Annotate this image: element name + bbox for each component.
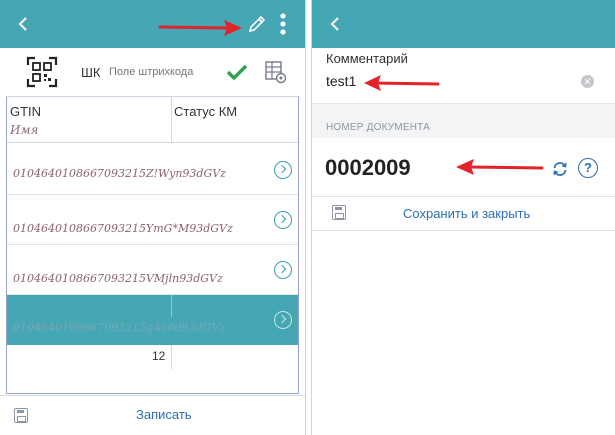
- chevron-right-circle-icon: [277, 314, 287, 324]
- table-settings-icon: [265, 61, 287, 84]
- edit-button[interactable]: [246, 13, 268, 35]
- table-row[interactable]: 0104640108667093215VMjln93dGVz: [7, 245, 298, 295]
- section-header: НОМЕР ДОКУМЕНТА: [326, 122, 430, 133]
- row-open-button[interactable]: [274, 161, 292, 179]
- column-divider: [171, 97, 172, 142]
- more-menu-button[interactable]: [276, 10, 290, 38]
- table-settings-button[interactable]: [264, 59, 288, 85]
- bottom-action-bar: Записать: [0, 395, 305, 435]
- column-divider: [171, 345, 172, 369]
- barcode-input[interactable]: [109, 66, 221, 78]
- back-button[interactable]: [318, 7, 352, 41]
- barcode-scan-row: ШК: [0, 48, 305, 96]
- row-gtin: 0104640108667093215gAa8d93dGVz: [13, 321, 226, 334]
- confirm-button[interactable]: [226, 62, 248, 82]
- comment-label: Комментарий: [326, 51, 408, 66]
- annotation-arrow: [456, 159, 544, 175]
- qr-scan-icon: [26, 56, 58, 88]
- items-table: GTIN Статус КМ Имя 0104640108667093215Z!…: [6, 96, 299, 394]
- app-bar: [312, 0, 615, 48]
- document-number: 0002009: [325, 155, 411, 180]
- clear-icon[interactable]: [581, 75, 594, 88]
- row-open-button[interactable]: [274, 261, 292, 279]
- annotation-arrow: [364, 75, 440, 91]
- column-header-gtin[interactable]: GTIN: [10, 104, 41, 119]
- left-screen: ШК GTIN Статус КМ Имя 010464010866709321…: [0, 0, 306, 435]
- back-arrow-icon: [330, 17, 339, 31]
- column-header-name[interactable]: Имя: [10, 123, 38, 137]
- floppy-disk-icon: [14, 408, 28, 423]
- table-row[interactable]: 0104640108667093215Z!Wyn93dGVz: [7, 145, 298, 195]
- save-and-close-button[interactable]: Сохранить и закрыть: [403, 206, 530, 221]
- refresh-icon: [553, 162, 567, 176]
- header-divider: [7, 142, 298, 143]
- row-open-button[interactable]: [274, 211, 292, 229]
- table-row-selected[interactable]: 0104640108667093215gAa8d93dGVz: [7, 295, 298, 345]
- more-vertical-icon: [280, 13, 286, 35]
- table-row[interactable]: 0104640108667093215YmG*M93dGVz: [7, 195, 298, 245]
- chevron-right-circle-icon: [277, 164, 287, 174]
- row-gtin: 0104640108667093215Z!Wyn93dGVz: [13, 167, 226, 180]
- chevron-right-circle-icon: [277, 214, 287, 224]
- back-arrow-icon: [18, 17, 27, 31]
- qr-scan-button[interactable]: [25, 55, 59, 89]
- comment-input[interactable]: test1: [326, 73, 356, 89]
- row-gtin: 0104640108667093215VMjln93dGVz: [13, 272, 223, 285]
- write-button[interactable]: Записать: [136, 407, 192, 422]
- help-button[interactable]: ?: [578, 158, 598, 178]
- refresh-button[interactable]: [551, 160, 569, 178]
- row-gtin: 0104640108667093215YmG*M93dGVz: [13, 222, 233, 235]
- pencil-icon: [248, 15, 266, 33]
- total-count: 12: [152, 349, 166, 363]
- chevron-right-circle-icon: [277, 264, 287, 274]
- annotation-arrow: [158, 20, 242, 36]
- column-divider: [171, 295, 172, 317]
- right-screen: Комментарий test1 НОМЕР ДОКУМЕНТА 000200…: [311, 0, 615, 435]
- summary-row: 12: [7, 345, 298, 369]
- app-bar: [0, 0, 305, 48]
- help-circle-icon: ?: [584, 160, 592, 175]
- barcode-label: ШК: [81, 65, 101, 80]
- floppy-disk-icon: [332, 205, 346, 220]
- divider: [312, 196, 615, 197]
- row-open-button[interactable]: [274, 311, 292, 329]
- check-icon: [226, 64, 248, 80]
- divider: [312, 230, 615, 231]
- back-button[interactable]: [6, 7, 40, 41]
- column-header-status[interactable]: Статус КМ: [174, 104, 237, 119]
